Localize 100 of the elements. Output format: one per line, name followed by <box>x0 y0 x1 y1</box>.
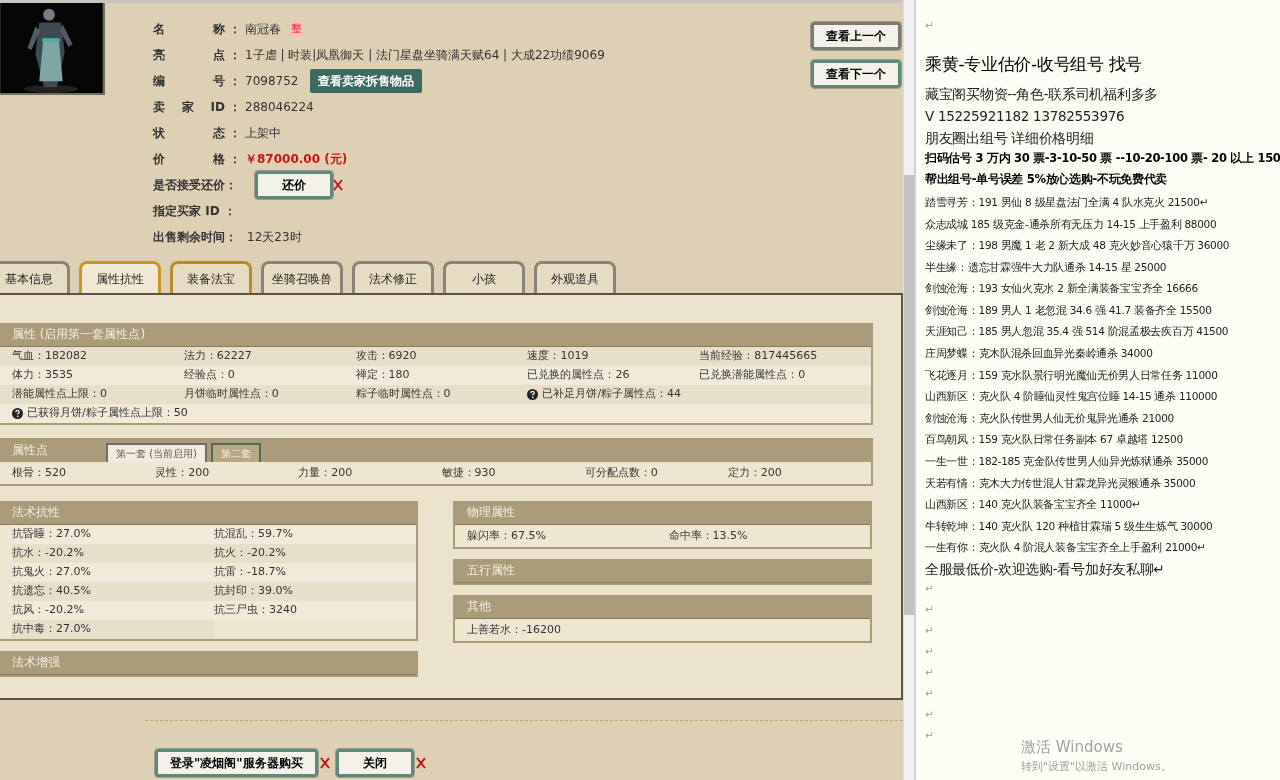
document-line: 飞花逐月：159 克水队景行明光魔仙无价男人日常任务 11000 <box>925 367 1218 383</box>
stat-value: 抗封印：39.0% <box>214 582 416 601</box>
paragraph-mark: ↵ <box>925 666 934 681</box>
field-value: 1子虐 | 时装|凤凰御天 | 法门星盘坐骑满天赋64 | 大成22功绩9069 <box>245 47 605 64</box>
field-label: 状态 <box>153 125 225 142</box>
stat-value: 已兑换潜能属性点：0 <box>699 367 806 384</box>
field-label: 名称 <box>153 21 225 38</box>
tab[interactable]: 基本信息 <box>0 261 70 293</box>
document-line: 乘黄-专业估价-收号组号 找号 <box>925 53 1143 77</box>
document-line: 庄周梦蝶：克木队混杀回血异光秦岭通杀 34000 <box>925 346 1153 362</box>
set-tab[interactable]: 第一套 (当前启用) <box>106 443 207 462</box>
stat-value: 抗混乱：59.7% <box>214 525 416 544</box>
stat-value: 粽子临时属性点：0 <box>355 386 451 403</box>
document-line: 山西新区：克火队 4 阶睡仙灵性鬼宫位睡 14-15 通杀 110000 <box>925 389 1218 405</box>
section-title: 属性 (启用第一套属性点) <box>12 326 146 343</box>
stat-value: 速度：1019 <box>527 348 589 365</box>
document-line: 牛转乾坤：140 克火队 120 种植甘霖瑞 5 级生生炼气 30000 <box>925 518 1213 534</box>
frame-button[interactable]: 关闭 <box>335 749 414 777</box>
colon: ： <box>229 125 241 142</box>
price-value: ￥87000.00 (元) <box>245 151 348 168</box>
document-line: 扫码估号 3 万内 30 票-3-10-50 票 --10-20-100 票- 20 以上 150 <box>925 150 1280 167</box>
document-line: 众志成城 185 级克金-通杀所有无压力 14-15 上手盈利 88000 <box>925 216 1217 232</box>
document-line: 天涯知己：185 男人忽混 35.4 强 514 阶混孟极去疾百万 41500 <box>925 324 1229 340</box>
x-mark-icon <box>415 757 426 769</box>
colon: ： <box>229 73 241 90</box>
document-line: 一生有你：克火队 4 阶混人装备宝宝齐全上手盈利 21000↵ <box>925 540 1206 556</box>
field-value: 288046224 <box>245 99 314 116</box>
activation-title: 激活 Windows <box>1021 737 1123 758</box>
frame-button[interactable]: 还价 <box>255 171 333 199</box>
field-value: 12天23时 <box>247 229 302 246</box>
stat-value: 气血：182082 <box>12 348 87 365</box>
tab[interactable]: 外观道具 <box>534 261 616 293</box>
paragraph-mark: ↵ <box>925 645 934 660</box>
stat-value: 力量：200 <box>298 464 354 481</box>
stat-value: 上善若水：-16200 <box>467 621 562 638</box>
document-line: 剑蚀沧海：189 男人 1 老忽混 34.6 强 41.7 装备齐全 15500 <box>925 302 1212 318</box>
paragraph-mark: ↵ <box>925 603 934 618</box>
field-label: 指定买家 ID ： <box>153 203 237 220</box>
field-label: 卖家ID <box>153 99 225 116</box>
stat-value: 抗三尸虫：3240 <box>214 601 416 620</box>
stat-value: 已获得月饼/粽子属性点上限：50 <box>27 405 188 422</box>
stat-value: 攻击：6920 <box>355 348 417 365</box>
tab[interactable]: 装备法宝 <box>170 261 252 293</box>
x-mark-icon <box>333 179 343 191</box>
seller-items-button[interactable]: 查看卖家拆售物品 <box>310 69 423 93</box>
paragraph-mark: ↵ <box>925 687 934 702</box>
stat-value: 抗中毒：27.0% <box>12 620 214 639</box>
colon: ： <box>229 99 241 116</box>
frame-button[interactable]: 查看上一个 <box>811 22 901 50</box>
paragraph-mark: ↵ <box>925 19 934 33</box>
stat-value: 根骨：520 <box>12 464 67 481</box>
x-mark-icon <box>319 757 330 769</box>
stat-value: 敏捷：930 <box>441 464 497 481</box>
document-line: 踏雪寻芳：191 男仙 8 级星盘法门全满 4 队水克火 21500↵ <box>925 194 1209 210</box>
document-line: 山西新区：140 克火队装备宝宝齐全 11000↵ <box>925 497 1141 513</box>
stat-value: 已补足月饼/粽子属性点：44 <box>542 386 682 403</box>
colon: ： <box>229 47 241 64</box>
field-label: 是否接受还价： <box>153 177 238 194</box>
stat-value: 潜能属性点上限：0 <box>12 386 107 403</box>
document-line: 半生缘：遗忘甘霖强牛大力队通杀 14-15 星 25000 <box>925 259 1167 275</box>
paragraph-mark: ↵ <box>925 582 934 597</box>
section-title: 属性点 <box>12 442 49 459</box>
section-title: 其他 <box>467 598 491 615</box>
stat-value: 法力：62227 <box>183 348 252 365</box>
paragraph-mark: ↵ <box>925 624 934 639</box>
field-value: 7098752 <box>245 73 299 90</box>
stat-value: 抗雷：-18.7% <box>214 563 416 582</box>
stat-value: 抗风：-20.2% <box>12 601 214 620</box>
stat-value: 经验点：0 <box>183 367 235 384</box>
paragraph-mark: ↵ <box>925 729 934 744</box>
stat-value: 抗水：-20.2% <box>12 544 214 563</box>
colon: ： <box>229 21 241 38</box>
document-line: V 15225921182 13782553976 <box>925 107 1125 126</box>
frame-button[interactable]: 登录"凌烟阁"服务器购买 <box>155 749 318 777</box>
stat-value: 抗遗忘：40.5% <box>12 582 214 601</box>
frame-button[interactable]: 查看下一个 <box>811 60 901 88</box>
field-label: 出售剩余时间： <box>153 229 238 246</box>
tab[interactable]: 小孩 <box>443 261 525 293</box>
stat-value: 当前经验：817445665 <box>699 348 818 365</box>
stat-value: 体力：3535 <box>12 367 73 384</box>
activation-text: 转到"设置"以激活 Windows。 <box>1021 758 1172 775</box>
field-value: 上架中 <box>245 125 281 142</box>
field-label: 亮点 <box>153 47 225 64</box>
document-line: 一生一世：182-185 克金队传世男人仙异光炼狱通杀 35000 <box>925 454 1209 470</box>
section-title: 法术增强 <box>12 654 60 671</box>
stat-value: 月饼临时属性点：0 <box>183 386 279 403</box>
document-line: 剑蚀沧海：克火队传世男人仙无价鬼异光通杀 21000 <box>925 410 1174 426</box>
document-line: 帮出组号-单号误差 5%放心选购-不玩免费代卖 <box>925 171 1168 188</box>
stat-value: 抗昏睡：27.0% <box>12 525 214 544</box>
section-title: 五行属性 <box>467 562 515 579</box>
stat-value: 躲闪率：67.5% <box>467 527 547 544</box>
stat-value: 定力：200 <box>727 464 783 481</box>
document-line: 全服最低价-欢迎选购-看号加好友私聊↵ <box>925 560 1165 580</box>
document-line: 百鸟朝凤：159 克火队日常任务副本 67 卓越塔 12500 <box>925 432 1183 448</box>
section-title: 法术抗性 <box>12 504 60 521</box>
tab[interactable]: 坐骑召唤兽 <box>261 261 343 293</box>
stat-value: 禅定：180 <box>355 367 410 384</box>
document-line: 剑蚀沧海：193 女仙火克水 2 新全满装备宝宝齐全 16666 <box>925 281 1198 297</box>
tab[interactable]: 属性抗性 <box>79 261 161 293</box>
tab[interactable]: 法术修正 <box>352 261 434 293</box>
